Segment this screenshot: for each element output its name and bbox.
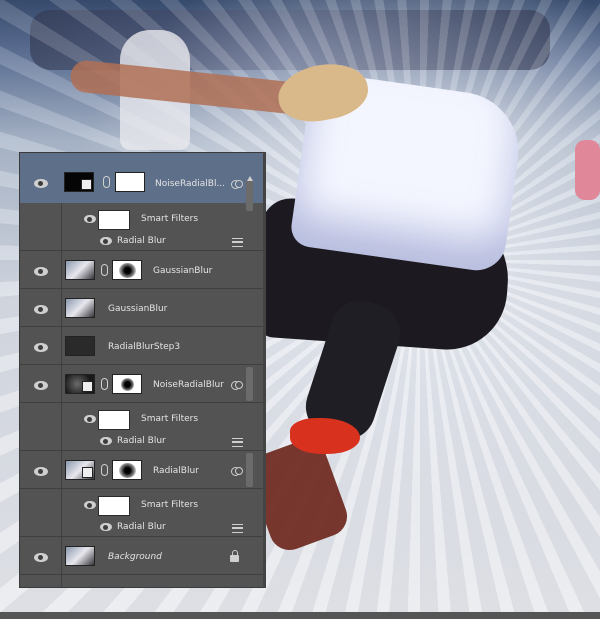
radial-blur-filter-label[interactable]: Radial Blur — [117, 522, 166, 532]
smart-filters-group: Smart Filters Radial Blur — [20, 489, 263, 537]
layer-thumbnail — [64, 172, 94, 192]
smart-filters-label: Smart Filters — [141, 500, 199, 510]
filter-options-icon[interactable] — [232, 438, 243, 447]
layers-panel: NoiseRadialBl... Smart Filters Radial Bl… — [19, 152, 263, 588]
radial-blur-filter-label[interactable]: Radial Blur — [117, 436, 166, 446]
layer-name: NoiseRadialBl... — [155, 179, 226, 189]
smart-object-icon — [231, 467, 243, 476]
layer-mask-thumbnail[interactable] — [112, 374, 142, 394]
layer-name: GaussianBlur — [108, 304, 168, 314]
layer-name: GaussianBlur — [153, 266, 213, 276]
smart-filters-eye-icon[interactable] — [84, 415, 96, 423]
layer-row-noiseradialblur[interactable]: NoiseRadialBlur — [20, 365, 263, 403]
smart-filters-group: Smart Filters Radial Blur — [20, 403, 263, 451]
visibility-eye-icon[interactable] — [34, 553, 48, 562]
radial-blur-eye-icon[interactable] — [100, 437, 112, 445]
smart-filters-label: Smart Filters — [141, 214, 199, 224]
filter-options-icon[interactable] — [232, 524, 243, 533]
radial-blur-eye-icon[interactable] — [100, 523, 112, 531]
layer-thumbnail — [65, 260, 95, 280]
smart-object-icon — [231, 180, 243, 189]
layer-row-gaussianblur-mask[interactable]: GaussianBlur — [20, 251, 263, 289]
scroll-thumb[interactable] — [246, 367, 253, 401]
smart-object-icon — [231, 381, 243, 390]
distant-figure — [575, 140, 600, 200]
layer-row-background[interactable]: Background — [20, 537, 263, 575]
layer-row-noiseradialblur-top[interactable]: NoiseRadialBl... — [20, 153, 263, 211]
layer-thumbnail — [65, 336, 95, 356]
radial-blur-eye-icon[interactable] — [100, 237, 112, 245]
layer-name: NoiseRadialBlur — [153, 380, 224, 390]
visibility-eye-icon[interactable] — [34, 467, 48, 476]
link-chain-icon[interactable] — [101, 464, 108, 476]
smart-filters-eye-icon[interactable] — [84, 215, 96, 223]
link-chain-icon[interactable] — [103, 176, 110, 188]
smart-filter-mask-thumbnail[interactable] — [98, 210, 130, 230]
layer-row-gaussianblur[interactable]: GaussianBlur — [20, 289, 263, 327]
filter-options-icon[interactable] — [232, 238, 243, 247]
visibility-eye-icon[interactable] — [34, 179, 48, 188]
link-chain-icon[interactable] — [101, 264, 108, 276]
smart-filter-mask-thumbnail[interactable] — [98, 496, 130, 516]
layer-thumbnail — [65, 460, 95, 480]
layer-thumbnail — [65, 546, 95, 566]
layer-name: Background — [108, 552, 162, 562]
layer-mask-thumbnail[interactable] — [112, 460, 142, 480]
smart-filters-group: Smart Filters Radial Blur — [20, 203, 263, 251]
layer-row-radialblurstep3[interactable]: RadialBlurStep3 — [20, 327, 263, 365]
radial-blur-filter-label[interactable]: Radial Blur — [117, 236, 166, 246]
panel-scrollbar[interactable] — [263, 152, 266, 588]
layer-thumbnail — [65, 374, 95, 394]
layer-mask-thumbnail[interactable] — [112, 260, 142, 280]
layer-row-radialblur[interactable]: RadialBlur — [20, 451, 263, 489]
smart-filters-label: Smart Filters — [141, 414, 199, 424]
visibility-eye-icon[interactable] — [34, 267, 48, 276]
skater-shoe — [290, 418, 360, 454]
scroll-thumb[interactable] — [246, 453, 253, 487]
link-chain-icon[interactable] — [101, 378, 108, 390]
visibility-eye-icon[interactable] — [34, 305, 48, 314]
bottom-strip — [0, 612, 600, 619]
visibility-eye-icon[interactable] — [34, 381, 48, 390]
smart-filters-eye-icon[interactable] — [84, 501, 96, 509]
smart-filter-mask-thumbnail[interactable] — [98, 410, 130, 430]
layer-name: RadialBlur — [153, 466, 199, 476]
visibility-eye-icon[interactable] — [34, 343, 48, 352]
layer-mask-thumbnail[interactable] — [115, 172, 145, 192]
lock-icon — [230, 550, 239, 562]
layer-name: RadialBlurStep3 — [108, 342, 181, 352]
layer-thumbnail — [65, 298, 95, 318]
